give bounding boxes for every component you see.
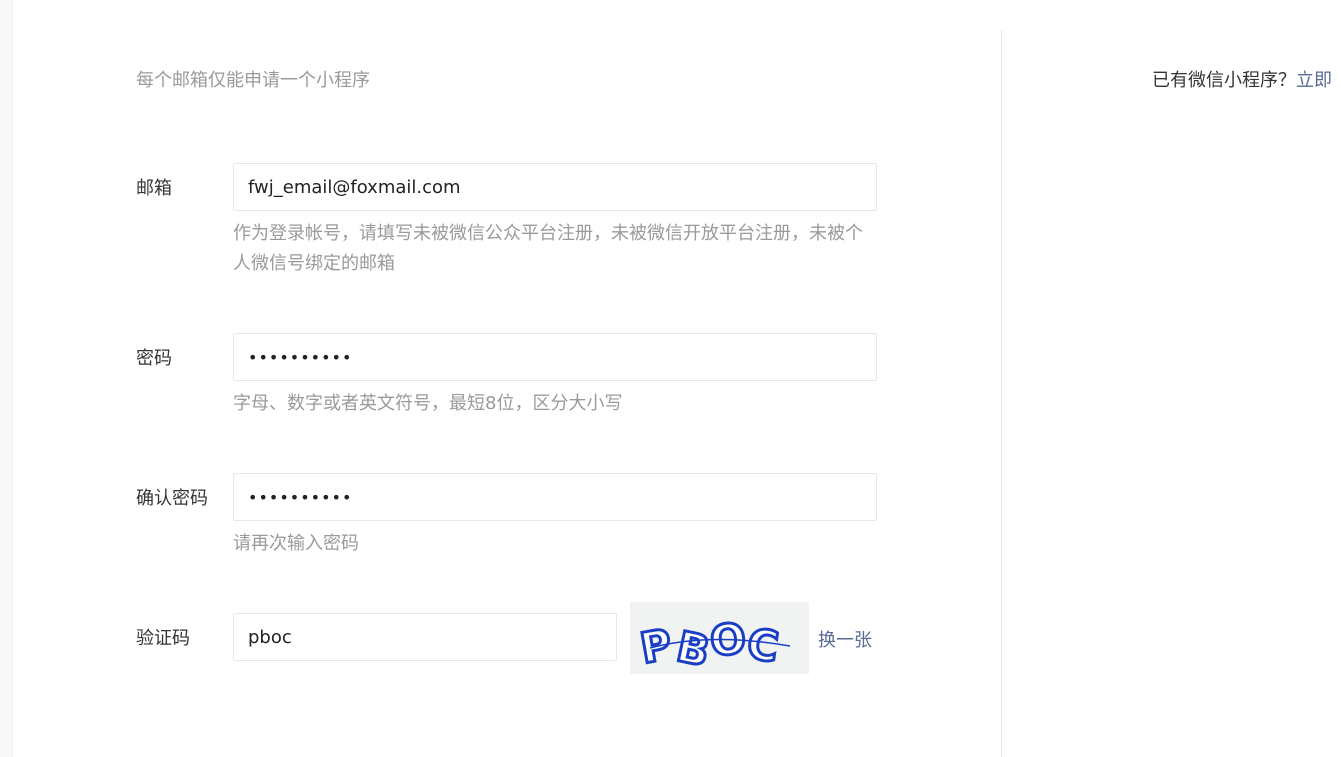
email-hint: 作为登录帐号，请填写未被微信公众平台注册，未被微信开放平台注册，未被个人微信号绑…	[233, 223, 863, 274]
email-field[interactable]: fwj_email@foxmail.com	[233, 163, 877, 211]
password-hint: 字母、数字或者英文符号，最短8位，区分大小写	[233, 393, 623, 414]
captcha-label: 验证码	[136, 628, 190, 649]
captcha-char-4: C	[744, 619, 781, 672]
login-now-link[interactable]: 立即	[1296, 70, 1332, 91]
captcha-graphic: P B O C	[635, 612, 791, 678]
confirm-password-hint: 请再次输入密码	[233, 533, 359, 554]
captcha-input[interactable]: pboc	[233, 613, 617, 661]
password-label: 密码	[136, 348, 172, 369]
confirm-password-field[interactable]: ••••••••••	[233, 473, 877, 521]
existing-app-text: 已有微信小程序？	[1152, 70, 1296, 91]
email-label: 邮箱	[136, 178, 172, 199]
vertical-divider	[1001, 30, 1002, 757]
refresh-captcha-link[interactable]: 换一张	[818, 626, 872, 652]
left-sidebar-strip	[0, 0, 13, 757]
captcha-char-2: B	[673, 622, 715, 674]
one-app-per-email-notice: 每个邮箱仅能申请一个小程序	[136, 70, 370, 91]
captcha-image[interactable]: P B O C	[630, 602, 809, 678]
confirm-password-label: 确认密码	[136, 488, 208, 509]
password-field[interactable]: ••••••••••	[233, 333, 877, 381]
existing-app-prompt: 已有微信小程序？立即	[1152, 66, 1332, 92]
